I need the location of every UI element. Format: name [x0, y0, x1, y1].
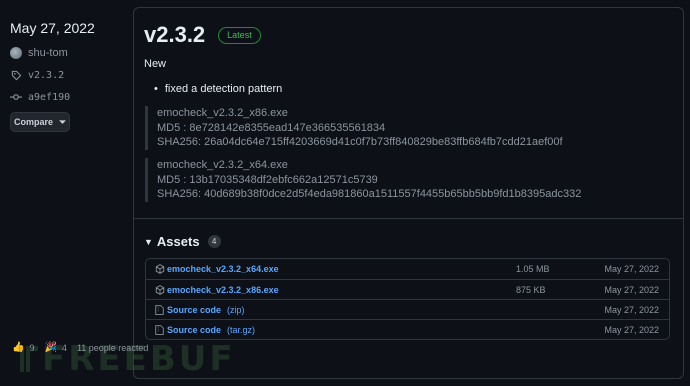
assets-count-badge: 4: [207, 235, 221, 248]
asset-row: Source code (tar.gz) May 27, 2022: [146, 319, 669, 339]
tag-row[interactable]: v2.3.2: [10, 67, 120, 83]
asset-name[interactable]: emocheck_v2.3.2_x86.exe: [167, 285, 279, 295]
x64-hash-blockquote: emocheck_v2.3.2_x64.exe MD5 : 13b1703534…: [145, 158, 581, 202]
asset-name[interactable]: Source code: [167, 325, 221, 335]
quote-line: MD5 : 13b17035348df2ebfc662a12571c5739: [157, 173, 378, 186]
assets-toggle[interactable]: ▼ Assets 4: [144, 234, 221, 249]
asset-row: emocheck_v2.3.2_x86.exe 875 KB May 27, 2…: [146, 279, 669, 299]
release-header: v2.3.2 Latest: [144, 22, 261, 48]
author-row[interactable]: shu-tom: [10, 45, 120, 61]
notes-bullet-item: • fixed a detection pattern: [154, 83, 282, 95]
file-zip-icon: [155, 304, 164, 315]
compare-label: Compare: [13, 117, 53, 127]
asset-size: 875 KB: [516, 284, 546, 295]
asset-format[interactable]: (tar.gz): [227, 325, 255, 335]
release-card: v2.3.2 Latest New • fixed a detection pa…: [133, 7, 684, 379]
author-link[interactable]: shu-tom: [28, 47, 68, 59]
asset-date: May 27, 2022: [604, 264, 659, 274]
triangle-down-icon: ▼: [144, 236, 153, 247]
assets-heading: Assets: [156, 234, 200, 249]
asset-row: Source code (zip) May 27, 2022: [146, 299, 669, 319]
tag-link[interactable]: v2.3.2: [28, 70, 64, 81]
commit-link[interactable]: a9ef190: [28, 92, 70, 103]
file-zip-icon: [155, 324, 164, 335]
asset-link[interactable]: emocheck_v2.3.2_x64.exe: [167, 264, 279, 274]
party-popper-icon: 🎉: [44, 342, 57, 353]
asset-name[interactable]: Source code: [167, 305, 221, 315]
assets-list: emocheck_v2.3.2_x64.exe 1.05 MB May 27, …: [145, 258, 670, 340]
asset-row: emocheck_v2.3.2_x64.exe 1.05 MB May 27, …: [146, 259, 669, 279]
commit-icon: [10, 91, 22, 103]
x86-hash-blockquote: emocheck_v2.3.2_x86.exe MD5 : 8e728142e8…: [145, 106, 563, 150]
compare-button[interactable]: Compare: [10, 112, 70, 132]
bullet-dot: •: [154, 83, 158, 95]
package-icon: [155, 284, 165, 295]
asset-date: May 27, 2022: [604, 284, 659, 295]
reactions-summary: 11 people reacted: [76, 342, 149, 353]
asset-format[interactable]: (zip): [227, 305, 245, 315]
asset-link[interactable]: Source code (zip): [167, 305, 245, 315]
thumbs-up-count: 9: [29, 342, 35, 353]
quote-line: MD5 : 8e728142e8355ead147e366535561834: [157, 121, 386, 134]
chevron-down-icon: [59, 117, 66, 127]
bullet-text: fixed a detection pattern: [164, 83, 283, 95]
commit-row[interactable]: a9ef190: [10, 89, 120, 105]
tag-icon: [10, 69, 22, 81]
asset-link[interactable]: emocheck_v2.3.2_x86.exe: [167, 285, 279, 295]
party-count: 4: [61, 342, 67, 353]
release-notes-heading: New: [144, 58, 167, 70]
section-divider: [134, 218, 683, 219]
release-title[interactable]: v2.3.2: [144, 22, 205, 48]
quote-line: SHA256: 26a04dc64e715ff4203669d41c0f7b73…: [157, 136, 563, 148]
party-reaction[interactable]: 🎉 4: [44, 342, 66, 353]
release-sidebar: May 27, 2022 shu-tom v2.3.2 a9ef190 Comp…: [10, 20, 120, 132]
asset-date: May 27, 2022: [604, 324, 659, 335]
reactions-bar: 👍 9 🎉 4 11 people reacted: [12, 342, 148, 353]
asset-link[interactable]: Source code (tar.gz): [167, 325, 255, 335]
quote-line: emocheck_v2.3.2_x64.exe: [157, 159, 288, 171]
asset-date: May 27, 2022: [604, 304, 659, 315]
release-date: May 27, 2022: [10, 20, 95, 36]
asset-name[interactable]: emocheck_v2.3.2_x64.exe: [167, 264, 279, 274]
quote-line: emocheck_v2.3.2_x86.exe: [157, 107, 288, 119]
package-icon: [155, 264, 165, 274]
thumbs-up-reaction[interactable]: 👍 9: [12, 342, 34, 353]
quote-line: SHA256: 40d689b38f0dce2d5f4eda981860a151…: [157, 188, 582, 200]
asset-size: 1.05 MB: [516, 264, 550, 274]
avatar[interactable]: [10, 47, 22, 59]
latest-badge: Latest: [218, 26, 261, 44]
thumbs-up-icon: 👍: [12, 342, 25, 353]
